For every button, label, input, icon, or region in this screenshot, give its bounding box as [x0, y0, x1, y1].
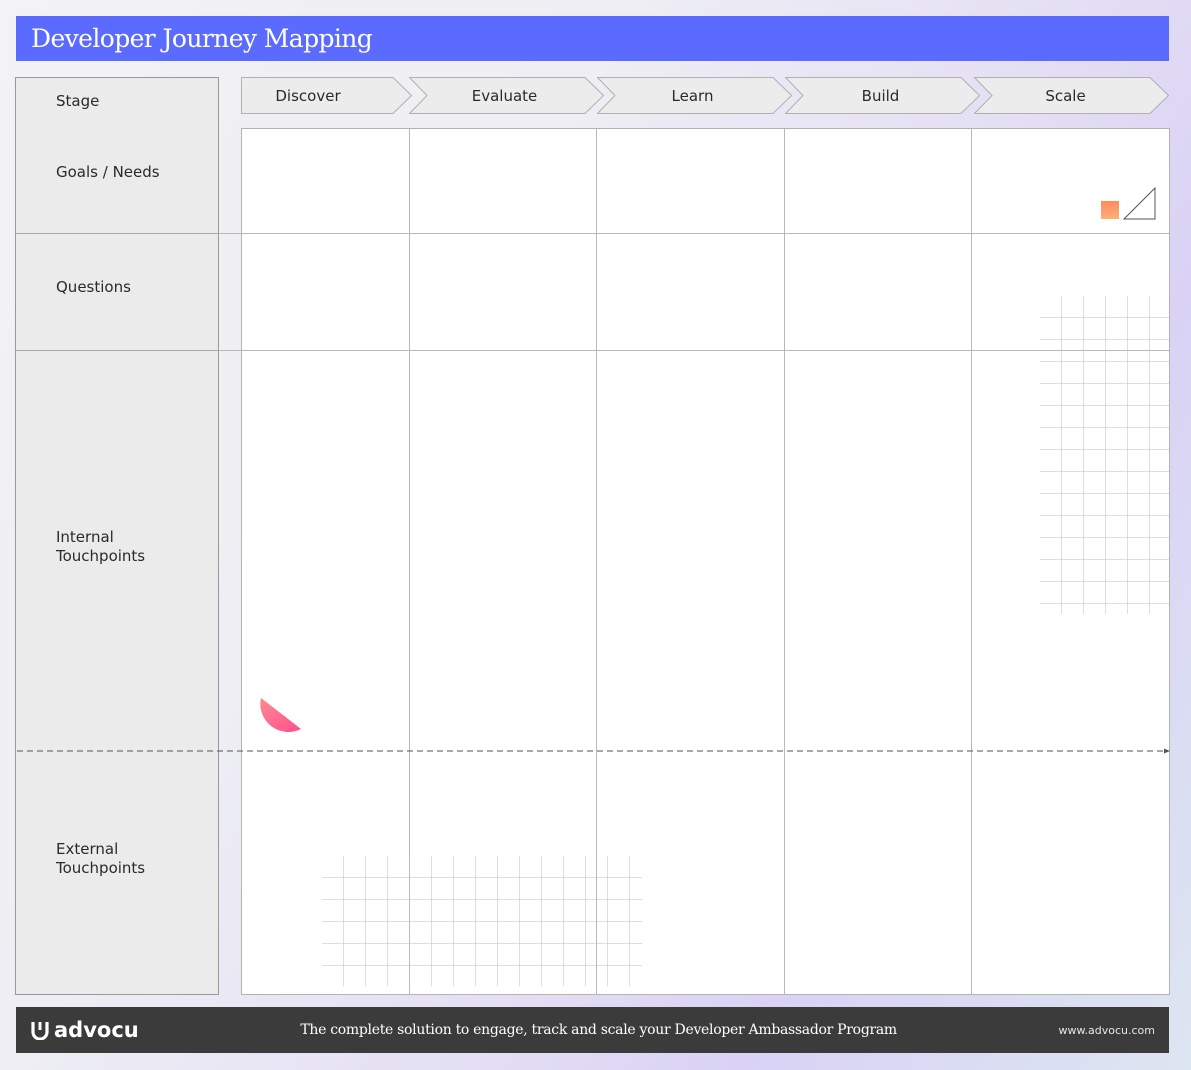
stage-learn: Learn	[597, 77, 792, 114]
row-divider	[16, 233, 219, 234]
row-label-internal-touchpoints: Internal Touchpoints	[56, 528, 146, 565]
stage-label: Scale	[1045, 86, 1086, 105]
square-decoration-icon	[1101, 201, 1119, 219]
stage-label: Build	[861, 86, 900, 105]
triangle-outline-decoration-icon	[1123, 187, 1156, 220]
footer-tagline: The complete solution to engage, track a…	[300, 1022, 897, 1038]
half-circle-decoration-icon	[260, 698, 301, 733]
row-label-external-touchpoints: External Touchpoints	[56, 840, 146, 877]
stage-scale: Scale	[974, 77, 1169, 114]
page-header: Developer Journey Mapping	[16, 16, 1169, 61]
page-title: Developer Journey Mapping	[31, 24, 373, 53]
row-label-stage: Stage	[56, 92, 100, 110]
stage-discover: Discover	[241, 77, 412, 114]
footer-website-link[interactable]: www.advocu.com	[1059, 1024, 1155, 1037]
stage-build: Build	[785, 77, 980, 114]
row-label-questions: Questions	[56, 278, 131, 296]
internal-external-dashed-divider	[17, 748, 1170, 754]
row-label-goals: Goals / Needs	[56, 163, 160, 181]
decorative-grid-pattern	[322, 856, 642, 986]
stage-evaluate: Evaluate	[409, 77, 604, 114]
advocu-logo-icon	[31, 1022, 49, 1040]
brand-logo: advocu	[30, 1018, 139, 1042]
stage-label: Discover	[275, 86, 341, 105]
row-divider	[219, 350, 1169, 351]
page-footer: advocu The complete solution to engage, …	[16, 1007, 1169, 1053]
stage-label: Evaluate	[471, 86, 538, 105]
decorative-grid-pattern	[1040, 296, 1169, 614]
stage-label: Learn	[671, 86, 714, 105]
row-divider	[219, 233, 1169, 234]
column-divider	[971, 129, 972, 994]
row-divider	[16, 350, 219, 351]
column-divider	[784, 129, 785, 994]
brand-name: advocu	[54, 1018, 139, 1042]
